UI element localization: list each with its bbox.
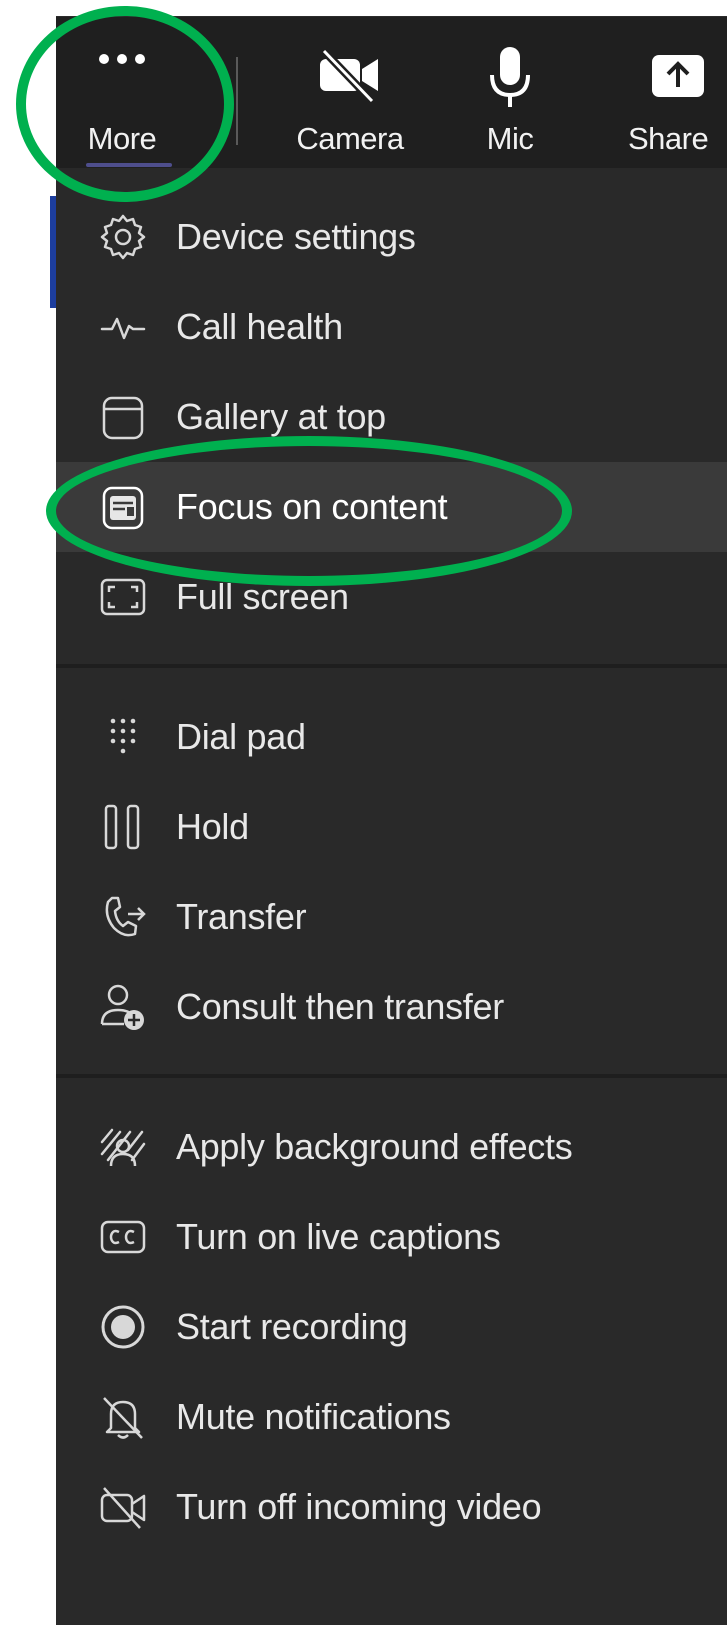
- share-screen-icon: [650, 53, 706, 99]
- menu-item-consult-then-transfer[interactable]: Consult then transfer: [56, 962, 727, 1052]
- menu-item-label: Start recording: [176, 1306, 408, 1347]
- menu-item-start-recording[interactable]: Start recording: [56, 1282, 727, 1372]
- share-label: Share: [628, 121, 709, 156]
- dialpad-icon: [98, 712, 148, 762]
- menu-item-transfer[interactable]: Transfer: [56, 872, 727, 962]
- record-icon: [98, 1302, 148, 1352]
- menu-item-turn-on-live-captions[interactable]: Turn on live captions: [56, 1192, 727, 1282]
- menu-item-mute-notifications[interactable]: Mute notifications: [56, 1372, 727, 1462]
- menu-item-label: Focus on content: [176, 486, 448, 527]
- menu-item-focus-on-content[interactable]: Focus on content: [56, 462, 727, 552]
- menu-item-label: Turn off incoming video: [176, 1486, 542, 1527]
- captions-icon: [98, 1212, 148, 1262]
- transfer-icon: [98, 892, 148, 942]
- focus-icon: [98, 482, 148, 532]
- mic-button[interactable]: Mic: [470, 17, 550, 169]
- gallery-icon: [98, 392, 148, 442]
- meeting-controls-screenshot: More Camera Mic Share Device settings Ca…: [0, 0, 727, 1625]
- menu-item-label: Mute notifications: [176, 1396, 451, 1437]
- pause-icon: [98, 802, 148, 852]
- more-dots-icon: [94, 49, 150, 69]
- menu-item-label: Turn on live captions: [176, 1216, 501, 1257]
- more-label: More: [87, 121, 157, 156]
- more-active-indicator: [86, 163, 172, 167]
- menu-item-label: Dial pad: [176, 716, 306, 757]
- menu-item-dial-pad[interactable]: Dial pad: [56, 692, 727, 782]
- meeting-toolbar: More Camera Mic Share: [56, 16, 727, 169]
- more-options-menu: Device settings Call health Gallery at t…: [56, 168, 727, 1625]
- consult-icon: [98, 982, 148, 1032]
- camera-button[interactable]: Camera: [288, 17, 412, 169]
- video-off-icon: [98, 1482, 148, 1532]
- menu-item-gallery-at-top[interactable]: Gallery at top: [56, 372, 727, 462]
- menu-item-label: Device settings: [176, 216, 416, 257]
- camera-label: Camera: [296, 121, 404, 156]
- toolbar-divider: [236, 57, 238, 145]
- menu-item-label: Full screen: [176, 576, 349, 617]
- menu-item-apply-background-effects[interactable]: Apply background effects: [56, 1102, 727, 1192]
- gear-icon: [98, 212, 148, 262]
- menu-item-hold[interactable]: Hold: [56, 782, 727, 872]
- menu-separator: [56, 1074, 727, 1078]
- microphone-icon: [488, 45, 532, 109]
- menu-item-label: Consult then transfer: [176, 986, 504, 1027]
- background-effects-icon: [98, 1122, 148, 1172]
- fullscreen-icon: [98, 572, 148, 622]
- menu-item-full-screen[interactable]: Full screen: [56, 552, 727, 642]
- menu-item-call-health[interactable]: Call health: [56, 282, 727, 372]
- mic-label: Mic: [486, 121, 534, 156]
- menu-item-turn-off-incoming-video[interactable]: Turn off incoming video: [56, 1462, 727, 1552]
- menu-item-label: Gallery at top: [176, 396, 386, 437]
- menu-separator: [56, 664, 727, 668]
- pulse-icon: [98, 302, 148, 352]
- menu-item-label: Call health: [176, 306, 343, 347]
- menu-item-label: Hold: [176, 806, 249, 847]
- menu-item-device-settings[interactable]: Device settings: [56, 192, 727, 282]
- share-button[interactable]: Share: [622, 17, 727, 169]
- camera-off-icon: [318, 47, 382, 103]
- menu-item-label: Transfer: [176, 896, 307, 937]
- menu-item-label: Apply background effects: [176, 1126, 573, 1167]
- bell-off-icon: [98, 1392, 148, 1442]
- more-button[interactable]: More: [76, 17, 168, 169]
